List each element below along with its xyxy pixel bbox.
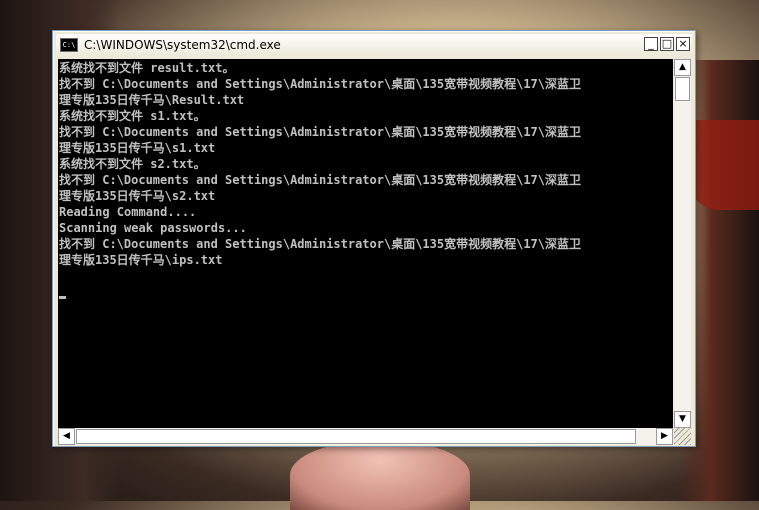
window-title: C:\WINDOWS\system32\cmd.exe [84, 38, 281, 52]
wallpaper-hand [290, 440, 470, 510]
maximize-button[interactable]: □ [660, 37, 674, 51]
console-line: 找不到 C:\Documents and Settings\Administra… [59, 237, 582, 251]
console-line: 系统找不到文件 s1.txt。 [59, 109, 206, 123]
console-line: Scanning weak passwords... [59, 221, 247, 235]
text-cursor [59, 296, 66, 299]
left-arrow-icon[interactable]: ◀ [58, 428, 75, 445]
close-button[interactable]: × [676, 37, 690, 51]
horizontal-scrollbar[interactable]: ◀ ▶ [58, 428, 673, 445]
console-line: 找不到 C:\Documents and Settings\Administra… [59, 173, 582, 187]
horizontal-scroll-thumb[interactable] [76, 429, 636, 444]
cursor-line [59, 284, 673, 300]
cmd-window[interactable]: C:\ C:\WINDOWS\system32\cmd.exe _ □ × 系统… [52, 30, 696, 447]
console-line: 理专版135日传千马\Result.txt [59, 93, 245, 107]
console-line: 找不到 C:\Documents and Settings\Administra… [59, 77, 582, 91]
title-bar[interactable]: C:\ C:\WINDOWS\system32\cmd.exe _ □ × [56, 34, 692, 56]
up-arrow-icon[interactable]: ▲ [674, 59, 691, 76]
console-output[interactable]: 系统找不到文件 result.txt。 找不到 C:\Documents and… [58, 59, 673, 428]
console-line: 理专版135日传千马\ips.txt [59, 253, 223, 267]
console-line: 系统找不到文件 s2.txt。 [59, 157, 206, 171]
console-line: 找不到 C:\Documents and Settings\Administra… [59, 125, 582, 139]
right-arrow-icon[interactable]: ▶ [656, 428, 673, 445]
vertical-scrollbar[interactable]: ▲ ▼ [674, 59, 691, 428]
console-line: Reading Command.... [59, 205, 197, 219]
console-line: 理专版135日传千马\s2.txt [59, 189, 216, 203]
cmd-app-icon[interactable]: C:\ [60, 38, 78, 52]
minimize-button[interactable]: _ [644, 37, 658, 51]
console-line: 系统找不到文件 result.txt。 [59, 61, 235, 75]
console-line: 理专版135日传千马\s1.txt [59, 141, 216, 155]
vertical-scroll-thumb[interactable] [675, 77, 690, 101]
wallpaper-red-mark [689, 120, 759, 210]
down-arrow-icon[interactable]: ▼ [674, 411, 691, 428]
resize-grip-icon[interactable] [674, 428, 691, 445]
window-controls: _ □ × [644, 37, 690, 51]
